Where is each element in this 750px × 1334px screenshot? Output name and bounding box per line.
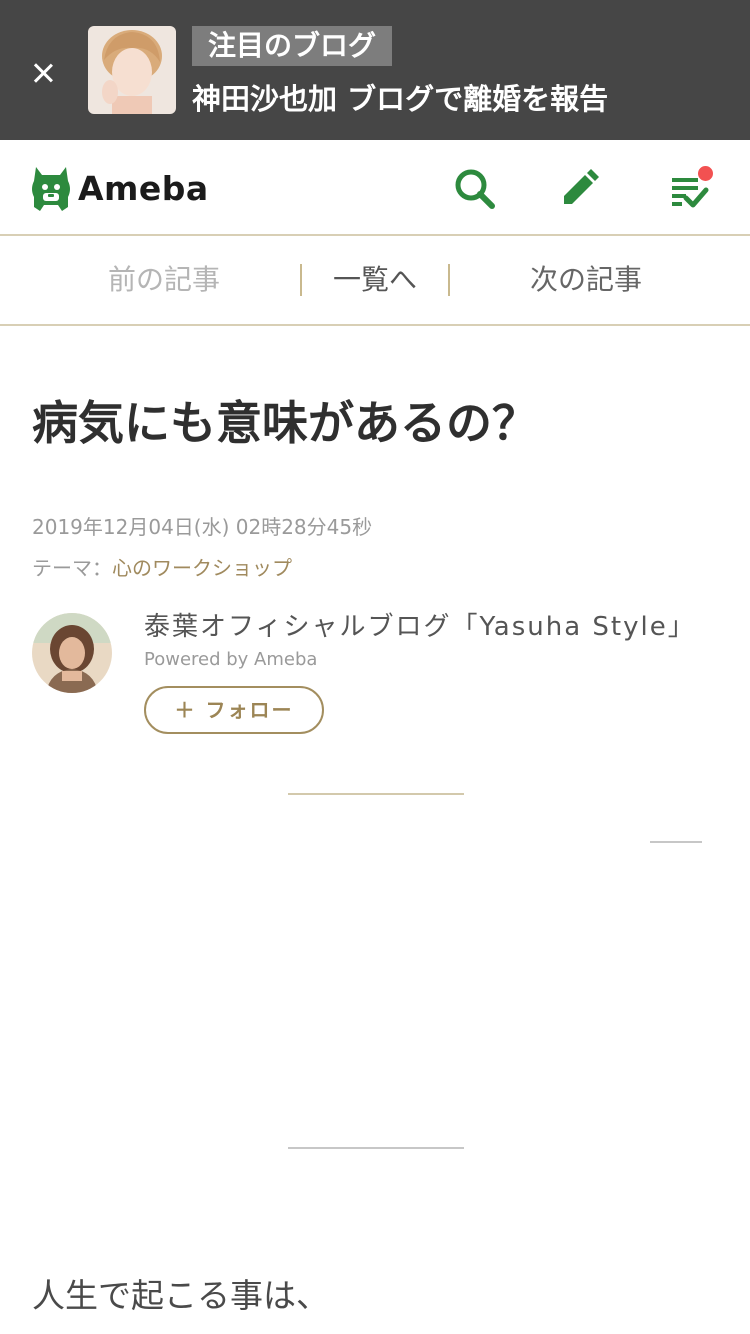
article-body-line: 人生で起こる事は、: [32, 1276, 329, 1315]
promo-thumbnail[interactable]: [88, 26, 176, 114]
theme-link[interactable]: 心のワークショップ: [112, 556, 292, 580]
ameba-logo[interactable]: Ameba: [30, 162, 209, 214]
prev-article-link[interactable]: 前の記事: [64, 236, 264, 324]
short-divider: [650, 841, 702, 843]
promo-banner[interactable]: 注目のブログ 神田沙也加 ブログで離婚を報告: [0, 0, 750, 140]
powered-by: Powered by Ameba: [144, 649, 318, 670]
logo-text: Ameba: [78, 168, 209, 208]
article-date: 2019年12月04日(水) 02時28分45秒: [32, 515, 373, 539]
nav-divider: [448, 264, 450, 296]
ameba-mascot-icon: [32, 167, 70, 211]
app-header: Ameba: [0, 140, 750, 236]
search-icon[interactable]: [450, 164, 500, 214]
article-nav: 前の記事 一覧へ 次の記事: [0, 236, 750, 326]
theme-label: テーマ：: [32, 556, 112, 580]
promo-title[interactable]: 神田沙也加 ブログで離婚を報告: [192, 80, 608, 118]
edit-icon[interactable]: [554, 164, 604, 214]
blog-name[interactable]: 泰葉オフィシャルブログ「Yasuha Style」: [144, 606, 696, 648]
article-theme: テーマ：心のワークショップ: [32, 551, 292, 585]
promo-badge: 注目のブログ: [192, 26, 393, 66]
content-divider: [288, 1147, 464, 1149]
notification-dot: [698, 166, 713, 181]
list-link[interactable]: 一覧へ: [304, 236, 446, 324]
next-article-link[interactable]: 次の記事: [486, 236, 686, 324]
nav-divider: [300, 264, 302, 296]
content-divider: [288, 793, 464, 795]
follow-button[interactable]: ＋ フォロー: [144, 686, 324, 734]
article-title: 病気にも意味があるの？: [32, 396, 538, 450]
close-icon[interactable]: [28, 58, 58, 88]
reader-list-icon[interactable]: [666, 164, 716, 214]
blog-avatar[interactable]: [32, 613, 112, 693]
